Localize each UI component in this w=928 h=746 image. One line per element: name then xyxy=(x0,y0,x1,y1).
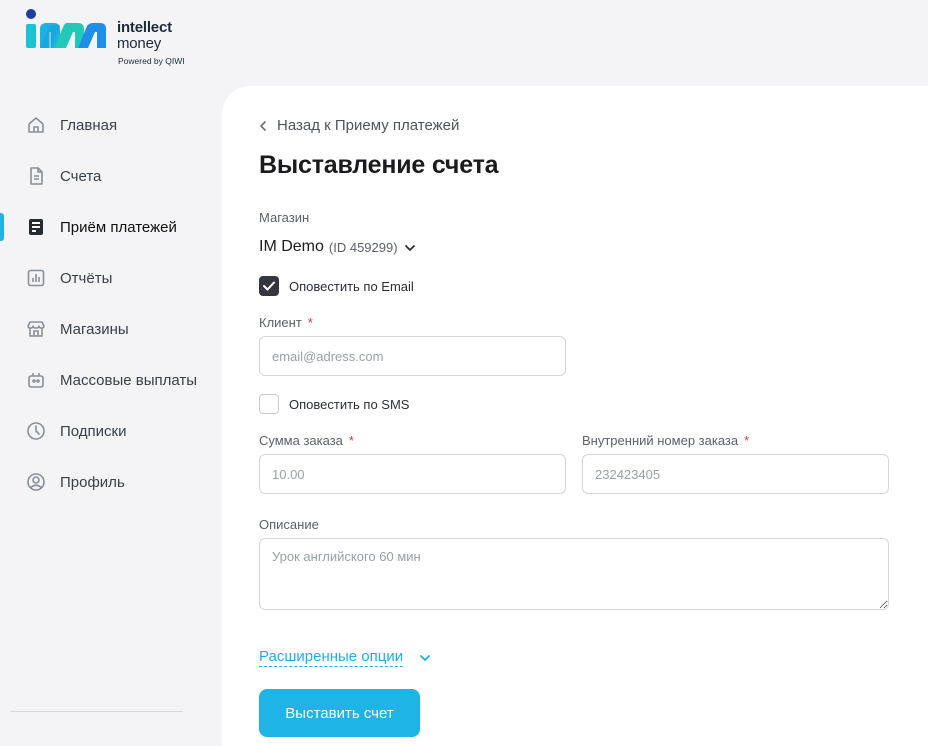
notify-email-checkbox[interactable] xyxy=(259,276,279,296)
store-icon xyxy=(27,321,45,337)
description-textarea[interactable] xyxy=(259,538,889,610)
client-label: Клиент * xyxy=(259,315,313,330)
document-icon xyxy=(30,167,43,185)
shop-id: (ID 459299) xyxy=(328,239,398,255)
shop-select[interactable]: IM Demo (ID 459299) xyxy=(259,238,416,256)
description-label: Описание xyxy=(259,517,319,532)
client-label-text: Клиент xyxy=(259,315,302,330)
chevron-down-icon[interactable] xyxy=(419,654,431,662)
sidebar-item-label: Подписки xyxy=(60,423,127,440)
sidebar-item-mass-payouts[interactable]: Массовые выплаты xyxy=(0,360,222,400)
active-indicator xyxy=(0,213,4,241)
brand-name-line1: intellect xyxy=(117,19,172,36)
page-title: Выставление счета xyxy=(259,151,499,179)
sidebar-item-label: Отчёты xyxy=(60,270,113,287)
sidebar-item-home[interactable]: Главная xyxy=(0,105,222,145)
notify-sms-label[interactable]: Оповестить по SMS xyxy=(289,397,409,412)
advanced-options-link[interactable]: Расширенные опции xyxy=(259,648,404,667)
notify-email-label[interactable]: Оповестить по Email xyxy=(289,279,414,294)
chevron-left-icon xyxy=(260,120,266,131)
amount-label-text: Сумма заказа xyxy=(259,433,343,448)
brand-logo[interactable]: intellect money Powered by QIWI xyxy=(24,9,204,69)
intellect-money-logo-icon xyxy=(26,9,106,48)
brand-name-line2: money xyxy=(117,35,162,52)
brand-powered-by: Powered by QIWI xyxy=(118,56,185,66)
sidebar-item-reports[interactable]: Отчёты xyxy=(0,258,222,298)
back-link-label: Назад к Приему платежей xyxy=(277,117,460,134)
order-number-label-text: Внутренний номер заказа xyxy=(582,433,739,448)
sidebar-item-payments[interactable]: Приём платежей xyxy=(0,207,222,247)
amount-input[interactable] xyxy=(259,454,566,494)
checkmark-icon xyxy=(263,281,275,291)
notify-sms-checkbox[interactable] xyxy=(259,394,279,414)
required-mark: * xyxy=(348,433,354,448)
sidebar-divider xyxy=(10,711,183,712)
sidebar-item-subscriptions[interactable]: Подписки xyxy=(0,411,222,451)
sidebar-item-invoices[interactable]: Счета xyxy=(0,156,222,196)
chart-icon xyxy=(27,269,45,287)
sidebar-item-label: Счета xyxy=(60,168,102,185)
terminal-icon xyxy=(29,219,43,235)
create-invoice-button[interactable]: Выставить счет xyxy=(259,689,420,737)
user-icon xyxy=(27,473,45,491)
required-mark: * xyxy=(307,315,313,330)
back-link[interactable]: Назад к Приему платежей xyxy=(258,117,459,134)
shop-name: IM Demo xyxy=(259,238,324,255)
sidebar-item-profile[interactable]: Профиль xyxy=(0,462,222,502)
wallet-icon xyxy=(28,373,44,388)
main-content: Назад к Приему платежей Выставление счет… xyxy=(222,86,928,746)
order-number-label: Внутренний номер заказа * xyxy=(582,433,749,448)
sidebar-item-label: Приём платежей xyxy=(60,219,177,236)
client-email-input[interactable] xyxy=(259,336,566,376)
home-icon xyxy=(28,117,44,133)
sidebar-item-stores[interactable]: Магазины xyxy=(0,309,222,349)
order-number-input[interactable] xyxy=(582,454,889,494)
amount-label: Сумма заказа * xyxy=(259,433,354,448)
shop-label: Магазин xyxy=(259,210,310,225)
sidebar-item-label: Профиль xyxy=(60,474,125,491)
chevron-down-icon xyxy=(404,245,415,251)
clock-icon xyxy=(27,422,45,440)
sidebar-item-label: Главная xyxy=(60,117,118,134)
sidebar-item-label: Магазины xyxy=(60,321,129,338)
sidebar-item-label: Массовые выплаты xyxy=(60,372,198,389)
required-mark: * xyxy=(744,433,750,448)
